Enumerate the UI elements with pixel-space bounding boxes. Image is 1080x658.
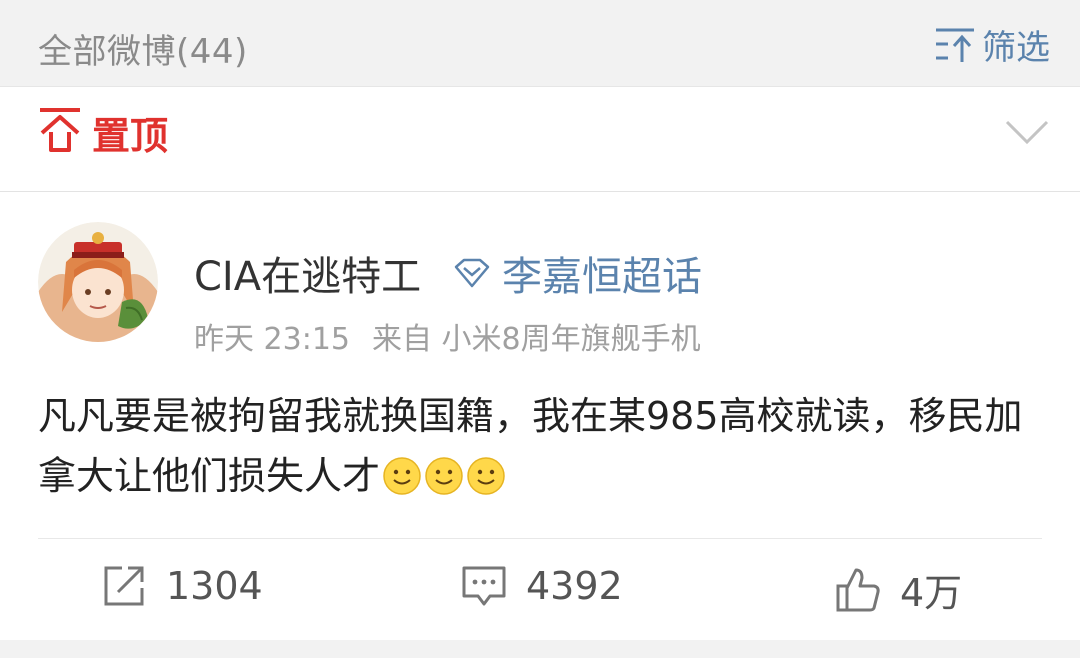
post-source: 来自 小米8周年旗舰手机 [372,322,701,357]
repost-button[interactable]: 1304 [100,562,263,610]
diamond-icon [454,258,490,288]
pinned-label: 置顶 [92,114,169,158]
action-divider [38,538,1042,539]
avatar[interactable] [38,222,158,342]
super-topic-label: 李嘉恒超话 [502,254,702,300]
filter-icon [936,28,974,62]
avatar-icon [38,222,158,342]
thumbs-up-icon [836,568,880,611]
post-card: CIA在逃特工 李嘉恒超话 昨天 23:15 来自 小米8周年旗舰手机 凡凡要是被… [0,192,1080,640]
pinned-row[interactable]: 置顶 [0,86,1080,192]
smile-emoji [382,456,422,496]
filter-button[interactable]: 筛选 [934,22,1050,68]
repost-count: 1304 [166,564,263,608]
chevron-down-icon[interactable] [1004,117,1050,147]
post-time: 昨天 23:15 [194,322,350,357]
repost-icon [104,566,144,606]
comment-button[interactable]: 4392 [460,562,623,610]
super-topic-link[interactable]: 李嘉恒超话 [452,244,702,302]
smile-emoji [424,456,464,496]
pin-top-icon [40,108,80,152]
timeline-header: 全部微博(44) 筛选 [0,0,1080,84]
comment-icon [462,566,506,606]
like-count: 4万 [900,571,963,615]
post-text: 凡凡要是被拘留我就换国籍，我在某985高校就读，移民加拿大让他们损失人才 [38,394,1023,498]
username[interactable]: CIA在逃特工 [194,244,421,302]
post-content: 凡凡要是被拘留我就换国籍，我在某985高校就读，移民加拿大让他们损失人才 [38,386,1038,506]
all-weibo-title: 全部微博(44) [38,32,248,72]
comment-count: 4392 [526,564,623,608]
smile-emoji [466,456,506,496]
post-meta: 昨天 23:15 来自 小米8周年旗舰手机 [194,314,723,358]
filter-label: 筛选 [982,27,1050,68]
like-button[interactable]: 4万 [834,562,962,617]
action-bar: 1304 4392 4万 [0,542,1080,638]
